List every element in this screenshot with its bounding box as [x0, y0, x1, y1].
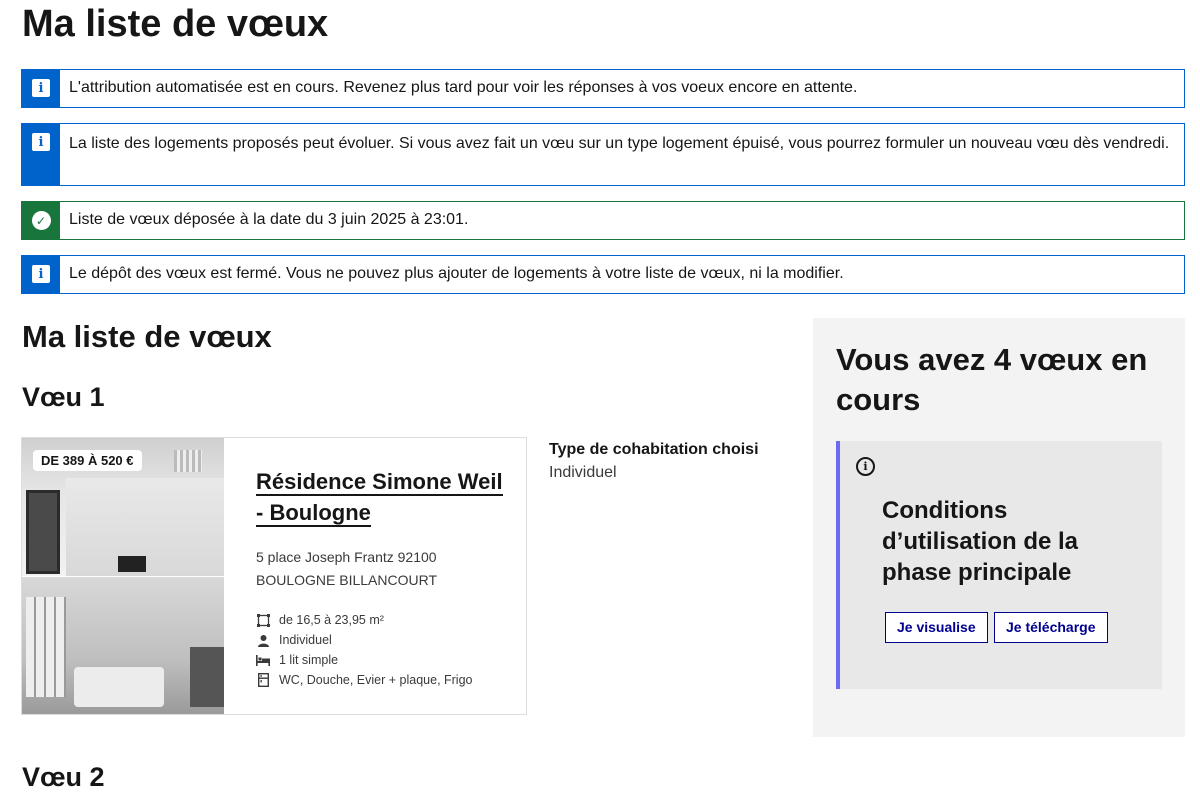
alert-text: Le dépôt des vœux est fermé. Vous ne pou…	[69, 265, 844, 282]
alert-success-depot: ✓ Liste de vœux déposée à la date du 3 j…	[21, 201, 1185, 240]
surface-icon	[256, 613, 270, 627]
info-icon: i	[32, 133, 50, 151]
page-title: Ma liste de vœux	[22, 3, 329, 45]
logement-photo: DE 389 À 520 €	[22, 438, 224, 714]
user-icon	[256, 633, 270, 647]
features-list: de 16,5 à 23,95 m² Individuel 1 lit simp…	[256, 610, 506, 690]
bed-icon	[256, 653, 270, 667]
feature-surface: de 16,5 à 23,95 m²	[256, 610, 506, 630]
feature-equipment: WC, Douche, Evier + plaque, Frigo	[256, 670, 506, 690]
voeu-title: Vœu 2	[22, 762, 105, 792]
check-circle-icon: ✓	[31, 211, 51, 230]
info-icon: i	[32, 79, 50, 97]
download-conditions-button[interactable]: Je télécharge	[994, 612, 1108, 643]
logement-name-link[interactable]: Résidence Simone Weil - Boulogne	[256, 469, 503, 527]
cohabitation-label: Type de cohabitation choisi	[549, 441, 759, 458]
voeu-title: Vœu 1	[22, 382, 105, 412]
alert-text: L'attribution automatisée est en cours. …	[69, 79, 858, 96]
info-circle-icon: i	[856, 457, 875, 476]
callout-title: Conditions d’utilisation de la phase pri…	[882, 497, 1079, 586]
conditions-callout: i Conditions d’utilisation de la phase p…	[836, 441, 1162, 689]
section-title: Ma liste de vœux	[22, 319, 272, 354]
alert-info-attribution: i L'attribution automatisée est en cours…	[21, 69, 1185, 108]
fridge-icon	[256, 673, 270, 687]
view-conditions-button[interactable]: Je visualise	[885, 612, 988, 643]
voeux-count-title: Vous avez 4 vœux en cours	[836, 342, 1148, 417]
alert-info-logements: i La liste des logements proposés peut é…	[21, 123, 1185, 186]
address-line: 5 place Joseph Frantz 92100	[256, 549, 437, 565]
feature-bed: 1 lit simple	[256, 650, 506, 670]
cohabitation-value: Individuel	[549, 464, 617, 481]
price-badge: DE 389 À 520 €	[33, 450, 142, 471]
alert-info-ferme: i Le dépôt des vœux est fermé. Vous ne p…	[21, 255, 1185, 294]
feature-cohabitation: Individuel	[256, 630, 506, 650]
address-city: BOULOGNE BILLANCOURT	[256, 572, 438, 588]
info-icon: i	[32, 265, 50, 283]
alert-text: La liste des logements proposés peut évo…	[69, 135, 1170, 152]
alert-text: Liste de vœux déposée à la date du 3 jui…	[69, 211, 469, 228]
voeux-summary-panel: Vous avez 4 vœux en cours i Conditions d…	[813, 318, 1185, 737]
logement-card: DE 389 À 520 € Résidence Simone Weil - B…	[21, 437, 527, 715]
